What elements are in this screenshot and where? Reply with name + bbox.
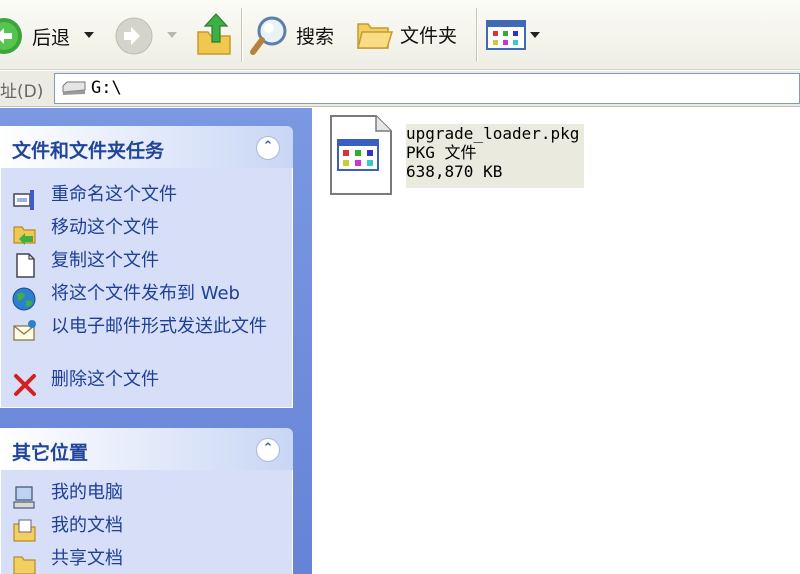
place-my-computer[interactable]: 我的电脑 [11, 484, 271, 510]
rename-icon [13, 190, 34, 210]
up-folder-icon [197, 13, 231, 55]
task-copy-label: 复制这个文件 [51, 250, 159, 271]
task-move-label: 移动这个文件 [51, 217, 159, 238]
back-arrow-icon [0, 18, 22, 54]
file-tasks-collapse-button[interactable]: ⌃ [256, 136, 280, 160]
place-my-computer-label: 我的电脑 [51, 482, 123, 503]
move-icon [13, 226, 36, 245]
my-computer-icon [13, 486, 35, 509]
pkg-file-icon [330, 115, 392, 195]
folders-label: 文件夹 [400, 24, 458, 47]
place-my-documents-label: 我的文档 [51, 515, 123, 536]
search-label: 搜索 [296, 25, 335, 48]
email-icon [13, 320, 36, 341]
place-my-documents[interactable]: 我的文档 [11, 517, 271, 543]
file-name: upgrade_loader.pkg [406, 124, 580, 143]
address-field[interactable]: G:\ [54, 73, 800, 104]
task-email-label: 以电子邮件形式发送此文件 [51, 316, 267, 337]
file-size: 638,870 KB [406, 162, 503, 181]
address-path: G:\ [91, 78, 122, 98]
other-places-title: 其它位置 [12, 442, 89, 464]
other-places-body: 我的电脑 我的文档 共享文档 [0, 470, 293, 574]
publish-web-icon [12, 287, 36, 311]
delete-icon [14, 374, 36, 396]
forward-button[interactable] [114, 16, 154, 56]
views-button[interactable] [486, 20, 526, 50]
toolbar: 后退 搜索 文件夹 [0, 0, 800, 70]
place-shared-documents[interactable]: 共享文档 [11, 550, 271, 574]
task-move[interactable]: 移动这个文件 [11, 219, 271, 245]
other-places-header[interactable]: 其它位置 ⌃ [0, 428, 293, 470]
file-tasks-body: 重命名这个文件 移动这个文件 复制这个文件 将这个文件发布到 Web 以电子邮件… [0, 168, 293, 408]
place-shared-documents-label: 共享文档 [51, 548, 123, 569]
file-info: upgrade_loader.pkg PKG 文件 638,870 KB [406, 124, 584, 188]
folders-icon [357, 23, 394, 49]
back-label: 后退 [32, 26, 71, 49]
task-copy[interactable]: 复制这个文件 [11, 252, 271, 278]
my-documents-icon [13, 519, 36, 542]
task-email[interactable]: 以电子邮件形式发送此文件 [11, 318, 271, 344]
other-places-panel: 其它位置 ⌃ 我的电脑 我的文档 共享文档 [0, 428, 293, 574]
other-places-collapse-button[interactable]: ⌃ [256, 438, 280, 462]
views-dropdown-arrow[interactable] [530, 32, 540, 38]
back-dropdown-arrow[interactable] [84, 32, 94, 38]
search-button[interactable]: 搜索 [250, 14, 334, 56]
drive-icon [62, 81, 86, 95]
file-tasks-panel: 文件和文件夹任务 ⌃ 重命名这个文件 移动这个文件 复制这个文件 将这个文件发布… [0, 126, 293, 408]
folders-button[interactable]: 文件夹 [356, 16, 457, 52]
task-publish-web[interactable]: 将这个文件发布到 Web [11, 285, 271, 311]
task-delete[interactable]: 删除这个文件 [11, 371, 271, 397]
search-icon [250, 16, 287, 55]
up-folder-button[interactable] [194, 12, 234, 58]
task-delete-label: 删除这个文件 [51, 369, 159, 390]
toolbar-separator [241, 8, 242, 62]
address-label: 址(D) [0, 82, 44, 102]
toolbar-separator [476, 8, 477, 62]
views-icon [486, 20, 526, 50]
shared-documents-icon [13, 556, 36, 574]
forward-dropdown-arrow[interactable] [167, 32, 177, 38]
forward-arrow-icon [115, 17, 153, 55]
task-pane: 文件和文件夹任务 ⌃ 重命名这个文件 移动这个文件 复制这个文件 将这个文件发布… [0, 108, 312, 574]
task-publish-web-label: 将这个文件发布到 Web [51, 283, 240, 304]
file-list-area[interactable]: upgrade_loader.pkg PKG 文件 638,870 KB [312, 108, 800, 574]
file-item[interactable]: upgrade_loader.pkg PKG 文件 638,870 KB [328, 114, 588, 204]
task-rename[interactable]: 重命名这个文件 [11, 186, 271, 212]
file-tasks-title: 文件和文件夹任务 [12, 140, 165, 162]
copy-icon [16, 253, 35, 278]
file-type: PKG 文件 [406, 143, 477, 162]
file-tasks-header[interactable]: 文件和文件夹任务 ⌃ [0, 126, 293, 168]
task-rename-label: 重命名这个文件 [51, 184, 177, 205]
back-button[interactable]: 后退 [0, 18, 70, 54]
address-bar: 址(D) G:\ [0, 71, 800, 107]
